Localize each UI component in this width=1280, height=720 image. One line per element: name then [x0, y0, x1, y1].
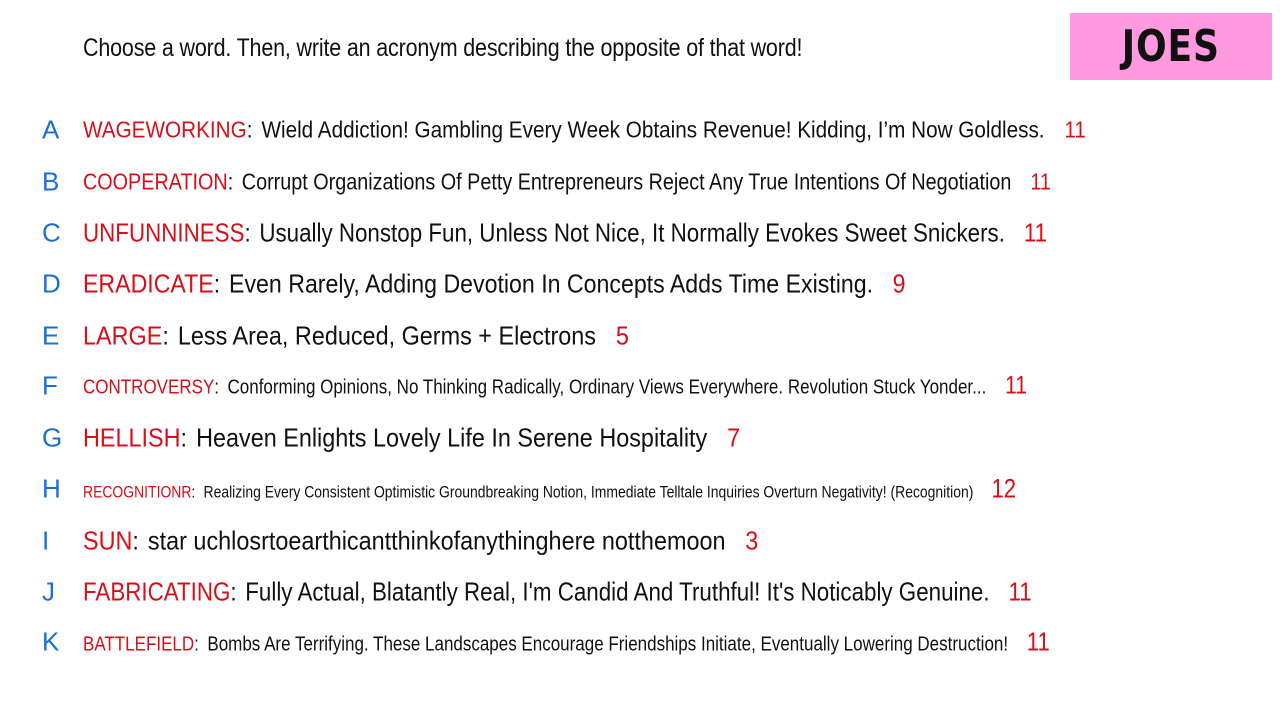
acronym-line: COOPERATION: Corrupt Organizations Of Pet… — [83, 169, 1051, 196]
acronym-line: LARGE: Less Area, Reduced, Germs + Electr… — [83, 321, 629, 352]
row-letter: F — [42, 370, 58, 401]
acronym: Wield Addiction! Gambling Every Week Obt… — [261, 116, 1045, 143]
acronym: Corrupt Organizations Of Petty Entrepren… — [241, 168, 1012, 195]
acronym-line: RECOGNITIONR: Realizing Every Consistent … — [83, 474, 1016, 505]
row-letter: H — [42, 473, 61, 504]
colon: : — [191, 482, 196, 502]
word: ERADICATE — [83, 268, 214, 299]
list-item: F CONTROVERSY: Conforming Opinions, No Th… — [0, 366, 1280, 406]
score: 11 — [1008, 576, 1032, 607]
acronym-line: UNFUNNINESS: Usually Nonstop Fun, Unless … — [83, 218, 1047, 249]
score: 11 — [1064, 116, 1086, 143]
list-item: A WAGEWORKING: Wield Addiction! Gambling … — [0, 110, 1280, 150]
word: SUN — [83, 525, 133, 556]
acronym: Even Rarely, Adding Devotion In Concepts… — [229, 268, 874, 299]
acronym-line: SUN: star uchlosrtoearthicantthinkofanyth… — [83, 526, 758, 557]
colon: : — [214, 376, 220, 399]
acronym-line: FABRICATING: Fully Actual, Blatantly Real… — [83, 577, 1032, 608]
colon: : — [213, 268, 221, 299]
acronym-line: WAGEWORKING: Wield Addiction! Gambling Ev… — [83, 117, 1086, 144]
score: 5 — [615, 320, 629, 351]
acronym: Heaven Enlights Lovely Life In Serene Ho… — [196, 422, 708, 453]
colon: : — [246, 116, 253, 143]
score: 11 — [1026, 626, 1050, 657]
score: 7 — [727, 422, 741, 453]
row-letter: E — [42, 320, 60, 351]
row-letter: K — [42, 626, 60, 657]
word: COOPERATION — [83, 168, 228, 195]
score: 3 — [745, 525, 759, 556]
row-letter: C — [42, 217, 61, 248]
acronym: Less Area, Reduced, Germs + Electrons — [177, 320, 597, 351]
team-badge: JOES — [1070, 13, 1272, 80]
score: 11 — [1004, 371, 1028, 400]
list-item: J FABRICATING: Fully Actual, Blatantly Re… — [0, 572, 1280, 612]
row-letter: G — [42, 422, 63, 453]
acronym: Realizing Every Consistent Optimistic Gr… — [203, 482, 974, 502]
colon: : — [230, 576, 237, 607]
list-item: I SUN: star uchlosrtoearthicantthinkofany… — [0, 521, 1280, 561]
acronym: Bombs Are Terrifying. These Landscapes E… — [207, 633, 1009, 656]
acronym-line: BATTLEFIELD: Bombs Are Terrifying. These … — [83, 627, 1050, 658]
list-item: K BATTLEFIELD: Bombs Are Terrifying. Thes… — [0, 622, 1280, 662]
row-letter: I — [42, 525, 50, 556]
list-item: E LARGE: Less Area, Reduced, Germs + Elec… — [0, 316, 1280, 356]
row-letter: B — [42, 166, 60, 197]
colon: : — [180, 422, 188, 453]
row-letter: D — [42, 268, 61, 299]
word: CONTROVERSY — [83, 376, 215, 399]
row-letter: J — [42, 576, 55, 607]
colon: : — [227, 168, 234, 195]
score: 9 — [892, 268, 906, 299]
colon: : — [162, 320, 169, 351]
score: 12 — [991, 473, 1017, 504]
row-letter: A — [42, 114, 60, 145]
word: WAGEWORKING — [83, 116, 247, 143]
list-item: G HELLISH: Heaven Enlights Lovely Life In… — [0, 418, 1280, 458]
word: RECOGNITIONR — [83, 482, 192, 502]
score: 11 — [1023, 217, 1048, 248]
prompt-heading: Choose a word. Then, write an acronym de… — [83, 34, 803, 62]
list-item: B COOPERATION: Corrupt Organizations Of P… — [0, 162, 1280, 202]
word: BATTLEFIELD — [83, 633, 195, 656]
acronym: Usually Nonstop Fun, Unless Not Nice, It… — [259, 217, 1005, 248]
colon: : — [244, 217, 251, 248]
acronym-line: CONTROVERSY: Conforming Opinions, No Thin… — [83, 372, 1027, 401]
list-item: H RECOGNITIONR: Realizing Every Consisten… — [0, 469, 1280, 509]
list-item: D ERADICATE: Even Rarely, Adding Devotion… — [0, 264, 1280, 304]
list-item: C UNFUNNINESS: Usually Nonstop Fun, Unles… — [0, 213, 1280, 253]
acronym: Conforming Opinions, No Thinking Radical… — [227, 376, 987, 399]
word: FABRICATING — [83, 576, 231, 607]
word: LARGE — [83, 320, 163, 351]
colon: : — [194, 633, 199, 656]
acronym: star uchlosrtoearthicantthinkofanythingh… — [147, 525, 726, 556]
score: 11 — [1030, 168, 1051, 195]
team-name: JOES — [1121, 21, 1221, 72]
acronym-line: HELLISH: Heaven Enlights Lovely Life In S… — [83, 423, 740, 454]
word: HELLISH — [83, 422, 181, 453]
acronym: Fully Actual, Blatantly Real, I'm Candid… — [245, 576, 990, 607]
word: UNFUNNINESS — [83, 217, 245, 248]
acronym-line: ERADICATE: Even Rarely, Adding Devotion I… — [83, 269, 905, 300]
colon: : — [132, 525, 139, 556]
